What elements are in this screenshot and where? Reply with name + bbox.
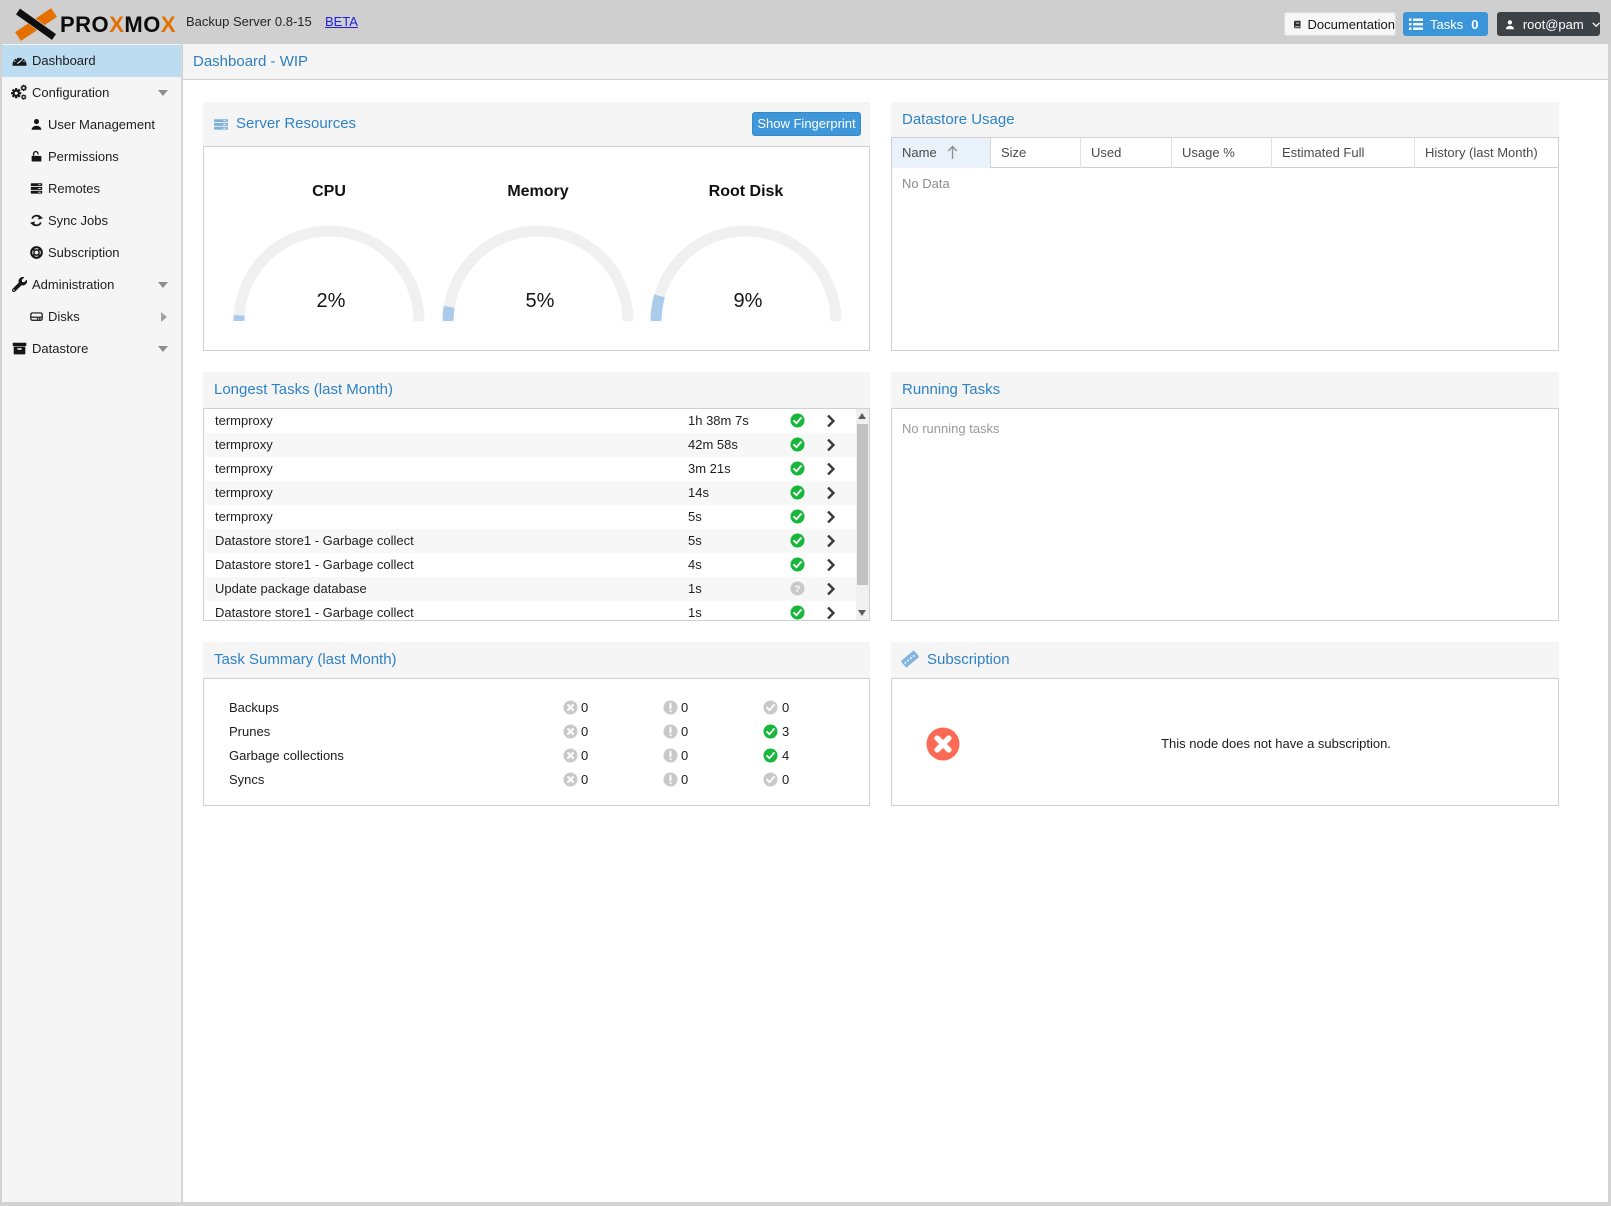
svg-text:?: ? [795,584,801,595]
